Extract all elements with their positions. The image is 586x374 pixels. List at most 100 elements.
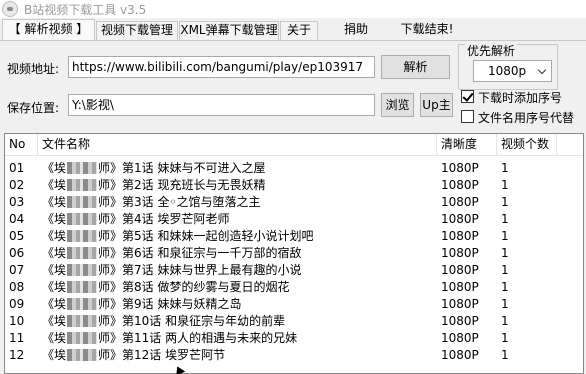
table-row[interactable]: 03 《埃 师》第3话 全◦之馆与堕落之主 1080P 1 — [5, 194, 583, 211]
table-header: No 文件名称 清晰度 视频个数 — [5, 134, 583, 156]
row-video-count: 1 — [501, 331, 509, 345]
redacted-text — [67, 230, 98, 242]
redacted-text — [67, 196, 98, 208]
redacted-text — [67, 179, 98, 191]
column-header-video-count[interactable]: 视频个数 — [497, 134, 557, 156]
filename-suffix: 师》第4话 埃罗芒阿老师 — [98, 212, 230, 226]
tab-download-manager[interactable]: 视频下载管理 — [96, 21, 178, 40]
filename-suffix: 师》第9话 妹妹与妖精之岛 — [98, 297, 242, 311]
filename-prefix: 《埃 — [42, 161, 67, 175]
row-quality: 1080P — [441, 178, 479, 192]
filename-prefix: 《埃 — [42, 280, 67, 294]
table-row[interactable]: 01 《埃 师》第1话 妹妹与不可进入之屋 1080P 1 — [5, 160, 583, 177]
filename-suffix: 师》第10话 和泉征宗与年幼的前辈 — [98, 314, 286, 328]
column-header-no[interactable]: No — [5, 134, 38, 156]
parse-button[interactable]: 解析 — [381, 55, 450, 79]
filename-prefix: 《埃 — [42, 246, 67, 260]
filename-suffix: 师》第2话 现充班长与无畏妖精 — [98, 178, 266, 192]
tab-xml-danmaku-manager[interactable]: XML弹幕下载管理 — [179, 21, 279, 40]
save-location-input[interactable]: Y:\影视\ — [68, 94, 375, 116]
row-number: 01 — [9, 161, 25, 175]
tab-donate[interactable]: 捐助 — [336, 21, 376, 40]
tab-about[interactable]: 关于 — [280, 21, 318, 40]
row-filename: 《埃 师》第9话 妹妹与妖精之岛 — [42, 296, 241, 313]
row-quality: 1080P — [441, 229, 479, 243]
row-video-count: 1 — [501, 229, 509, 243]
row-video-count: 1 — [501, 161, 509, 175]
quality-priority-title: 优先解析 — [465, 42, 518, 59]
row-filename: 《埃 师》第3话 全◦之馆与堕落之主 — [42, 194, 261, 211]
row-number: 08 — [9, 280, 25, 294]
row-number: 03 — [9, 195, 25, 209]
redacted-text — [67, 162, 98, 174]
table-row[interactable]: 05 《埃 师》第5话 和妹妹一起创造轻小说计划吧 1080P 1 — [5, 228, 583, 245]
row-quality: 1080P — [441, 161, 479, 175]
table-row[interactable]: 04 《埃 师》第4话 埃罗芒阿老师 1080P 1 — [5, 211, 583, 228]
row-number: 10 — [9, 314, 25, 328]
row-number: 05 — [9, 229, 25, 243]
redacted-text — [67, 213, 98, 225]
row-filename: 《埃 师》第2话 现充班长与无畏妖精 — [42, 177, 265, 194]
redacted-text — [67, 315, 98, 327]
row-filename: 《埃 师》第8话 做梦的纱雾与夏日的烟花 — [42, 279, 289, 296]
column-header-filename[interactable]: 文件名称 — [38, 134, 437, 156]
table-row[interactable]: 02 《埃 师》第2话 现充班长与无畏妖精 1080P 1 — [5, 177, 583, 194]
row-quality: 1080P — [441, 280, 479, 294]
uploader-button[interactable]: Up主 — [420, 93, 453, 117]
tab-parse-video[interactable]: 【 解析视频 】 — [2, 19, 95, 40]
url-input[interactable]: https://www.bilibili.com/bangumi/play/ep… — [68, 56, 375, 78]
save-location-label: 保存位置: — [7, 101, 60, 115]
row-video-count: 1 — [501, 280, 509, 294]
row-video-count: 1 — [501, 178, 509, 192]
filename-suffix: 师》第7话 妹妹与世界上最有趣的小说 — [98, 263, 302, 277]
add-index-checkbox[interactable] — [461, 90, 474, 103]
row-video-count: 1 — [501, 246, 509, 260]
table-row[interactable]: 10 《埃 师》第10话 和泉征宗与年幼的前辈 1080P 1 — [5, 313, 583, 330]
row-number: 02 — [9, 178, 25, 192]
row-number: 07 — [9, 263, 25, 277]
filename-suffix: 师》第8话 做梦的纱雾与夏日的烟花 — [98, 280, 290, 294]
table-row[interactable]: 07 《埃 师》第7话 妹妹与世界上最有趣的小说 1080P 1 — [5, 262, 583, 279]
table-row[interactable]: 12 《埃 师》第12话 埃罗芒阿节 1080P 1 — [5, 347, 583, 364]
download-status: 下载结束! — [400, 22, 454, 36]
row-video-count: 1 — [501, 195, 509, 209]
redacted-text — [67, 247, 98, 259]
filename-suffix: 师》第12话 埃罗芒阿节 — [98, 348, 226, 362]
row-video-count: 1 — [501, 348, 509, 362]
row-number: 09 — [9, 297, 25, 311]
use-index-checkbox[interactable] — [461, 110, 474, 123]
filename-prefix: 《埃 — [42, 263, 67, 277]
filename-suffix: 师》第5话 和妹妹一起创造轻小说计划吧 — [98, 229, 314, 243]
window-title: B站视频下载工具 v3.5 — [24, 3, 147, 17]
url-label: 视频地址: — [7, 62, 60, 76]
filename-prefix: 《埃 — [42, 195, 67, 209]
filename-prefix: 《埃 — [42, 178, 67, 192]
redacted-text — [67, 264, 98, 276]
column-header-quality[interactable]: 清晰度 — [437, 134, 497, 156]
row-quality: 1080P — [441, 212, 479, 226]
file-list-table[interactable]: No 文件名称 清晰度 视频个数 01 《埃 师》第1话 妹妹与不可进入之屋 1080… — [4, 133, 584, 374]
tab-strip: 【 解析视频 】 视频下载管理 XML弹幕下载管理 关于 捐助 下载结束! — [0, 19, 586, 40]
table-row[interactable]: 08 《埃 师》第8话 做梦的纱雾与夏日的烟花 1080P 1 — [5, 279, 583, 296]
table-row[interactable]: 09 《埃 师》第9话 妹妹与妖精之岛 1080P 1 — [5, 296, 583, 313]
filename-prefix: 《埃 — [42, 229, 67, 243]
filename-suffix: 师》第6话 和泉征宗与一千万部的宿敌 — [98, 246, 302, 260]
title-bar: B站视频下载工具 v3.5 — [0, 0, 586, 18]
row-video-count: 1 — [501, 314, 509, 328]
table-row[interactable]: 06 《埃 师》第6话 和泉征宗与一千万部的宿敌 1080P 1 — [5, 245, 583, 262]
row-quality: 1080P — [441, 263, 479, 277]
filename-prefix: 《埃 — [42, 348, 67, 362]
row-filename: 《埃 师》第7话 妹妹与世界上最有趣的小说 — [42, 262, 301, 279]
row-quality: 1080P — [441, 348, 479, 362]
row-filename: 《埃 师》第4话 埃罗芒阿老师 — [42, 211, 229, 228]
chevron-down-icon[interactable] — [537, 65, 547, 75]
browse-button[interactable]: 浏览 — [381, 93, 414, 117]
quality-selected-value: 1080p — [488, 64, 527, 78]
quality-select[interactable]: 1080p — [473, 60, 552, 82]
table-row[interactable]: 11 《埃 师》第11话 两人的相遇与未来的兄妹 1080P 1 — [5, 330, 583, 347]
row-number: 12 — [9, 348, 25, 362]
row-video-count: 1 — [501, 297, 509, 311]
row-number: 11 — [9, 331, 25, 345]
filename-suffix: 师》第1话 妹妹与不可进入之屋 — [98, 161, 266, 175]
redacted-text — [67, 332, 98, 344]
